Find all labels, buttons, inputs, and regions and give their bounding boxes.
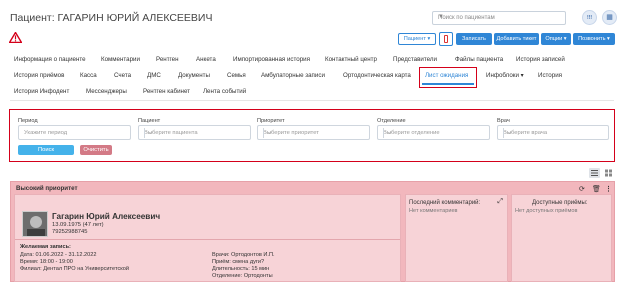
period-label: Период: [18, 118, 38, 124]
warning-icon: [9, 32, 22, 43]
tab-documents[interactable]: Документы: [178, 72, 210, 79]
last-comment-title: Последний комментарий:: [409, 200, 481, 206]
trash-icon[interactable]: 🗑: [592, 185, 601, 193]
tab-questionnaire[interactable]: Анкета: [196, 56, 216, 63]
grid-icon: ▦: [606, 14, 613, 21]
tab-patient-files[interactable]: Файлы пациента: [455, 56, 503, 63]
info-button[interactable]: !!!: [582, 10, 597, 25]
desired-department: Отделение: Ортодонты: [212, 273, 273, 279]
last-comment-value: Нет комментариев: [409, 208, 458, 214]
call-button[interactable]: Позвонить ▾: [573, 33, 615, 45]
tab-event-feed[interactable]: Лента событий: [203, 88, 246, 95]
tab-insurance[interactable]: ДМС: [147, 72, 161, 79]
tabs-divider: [10, 100, 614, 101]
expand-icon[interactable]: ⤢: [497, 198, 503, 206]
search-button[interactable]: Поиск: [18, 145, 74, 155]
waiting-list-highlight-box: [419, 67, 477, 88]
patient-search-select[interactable]: Поиск по пациентам ▼: [432, 11, 566, 25]
priority-select[interactable]: Выберите приоритет ⌵: [257, 125, 370, 140]
options-button[interactable]: Опции ▾: [541, 33, 571, 45]
desired-branch: Филиал: Дентал ПРО на Университетской: [20, 266, 129, 272]
phone-button[interactable]: [439, 32, 453, 46]
tab-xray-room[interactable]: Рентген кабинет: [143, 88, 190, 95]
chevron-down-icon: ⌵: [503, 128, 515, 138]
chevron-down-icon: ▼: [438, 14, 444, 20]
patient-name[interactable]: Гагарин Юрий Алексеевич: [52, 212, 160, 221]
priority-label: Приоритет: [257, 118, 285, 124]
tab-comments[interactable]: Комментарии: [101, 56, 140, 63]
waiting-list-filter-panel: Период Укажите период Пациент Выберите п…: [9, 109, 615, 162]
tab-records-history[interactable]: История записей: [516, 56, 565, 63]
priority-title: Высокий приоритет: [16, 185, 78, 192]
available-title: Доступные приёмы:: [532, 200, 588, 206]
patient-phone: 79252988745: [52, 229, 88, 235]
department-select[interactable]: Выберите отделение ⌵: [377, 125, 490, 140]
panel-divider: [15, 239, 400, 240]
record-button[interactable]: Записать: [456, 33, 492, 45]
add-ticket-button[interactable]: Добавить тикет: [494, 33, 539, 45]
desired-record-title: Желаемая запись:: [20, 244, 71, 250]
desired-duration: Длительность: 15 мин: [212, 266, 270, 272]
grid-view-icon: [605, 169, 612, 177]
tab-family[interactable]: Семья: [227, 72, 246, 79]
tab-cashbox[interactable]: Касса: [80, 72, 97, 79]
more-icon[interactable]: ⋮: [605, 185, 612, 193]
department-label: Отделение: [377, 118, 406, 124]
avatar: [22, 211, 48, 237]
chevron-down-icon: ⌵: [144, 128, 156, 138]
last-comment-panel: Последний комментарий: ⤢ Нет комментарие…: [405, 194, 508, 282]
tab-contact-center[interactable]: Контактный центр: [325, 56, 377, 63]
desired-appointment: Приём: смена дуги?: [212, 259, 265, 265]
grid-menu-button[interactable]: ▦: [602, 10, 617, 25]
chevron-down-icon: ⌵: [263, 128, 275, 138]
period-placeholder: Укажите период: [24, 130, 68, 136]
desired-time: Время: 18:00 - 19:00: [20, 259, 73, 265]
tab-infodent-history[interactable]: История Инфодент: [14, 88, 69, 95]
tab-outpatient-records[interactable]: Амбулаторные записи: [261, 72, 325, 79]
doctor-select[interactable]: Выберите врача ⌵: [497, 125, 609, 140]
desired-doctor: Врачи: Ортодонтов И.П.: [212, 252, 275, 258]
period-input[interactable]: Укажите период: [18, 125, 131, 140]
list-icon: [591, 170, 598, 176]
tab-patient-info[interactable]: Информация о пациенте: [14, 56, 86, 63]
page-title: Пациент: ГАГАРИН ЮРИЙ АЛЕКСЕЕВИЧ: [10, 12, 213, 24]
patient-photo: [23, 212, 47, 236]
tab-orthodontic-chart[interactable]: Ортодонтическая карта: [343, 72, 411, 79]
tab-messengers[interactable]: Мессенджеры: [86, 88, 127, 95]
tab-xray[interactable]: Рентген: [156, 56, 179, 63]
page-header: Пациент: ГАГАРИН ЮРИЙ АЛЕКСЕЕВИЧ Поиск п…: [0, 0, 624, 30]
available-value: Нет доступных приёмов: [515, 208, 578, 214]
list-view-toggle[interactable]: [589, 168, 600, 178]
tab-history[interactable]: История: [538, 72, 562, 79]
doctor-label: Врач: [497, 118, 510, 124]
clear-button[interactable]: Очистить: [80, 145, 112, 155]
patient-birthdate: 13.09.1975 (47 лет): [52, 222, 104, 228]
tab-invoices[interactable]: Счета: [114, 72, 131, 79]
tab-imported-history[interactable]: Импортированная история: [233, 56, 310, 63]
phone-icon: [444, 35, 448, 43]
info-icon: !!!: [587, 15, 592, 21]
patient-select[interactable]: Выберите пациента ⌵: [138, 125, 251, 140]
waiting-list-card: Высокий приоритет ⟳ 🗑 ⋮ Гагарин Юрий Але…: [10, 181, 615, 282]
patient-panel: Гагарин Юрий Алексеевич 13.09.1975 (47 л…: [14, 194, 401, 282]
patient-menu-button[interactable]: Пациент ▾: [398, 33, 436, 45]
tab-visits-history[interactable]: История приёмов: [14, 72, 64, 79]
tab-infoblocks[interactable]: Инфоблоки ▾: [486, 72, 524, 79]
grid-view-toggle[interactable]: [603, 168, 614, 178]
chevron-down-icon: ⌵: [383, 128, 395, 138]
patient-label: Пациент: [138, 118, 161, 124]
refresh-icon[interactable]: ⟳: [579, 185, 585, 193]
available-appointments-panel: Доступные приёмы: Нет доступных приёмов: [511, 194, 612, 282]
desired-date: Дата: 01.06.2022 - 31.12.2022: [20, 252, 97, 258]
tab-representatives[interactable]: Представители: [393, 56, 437, 63]
